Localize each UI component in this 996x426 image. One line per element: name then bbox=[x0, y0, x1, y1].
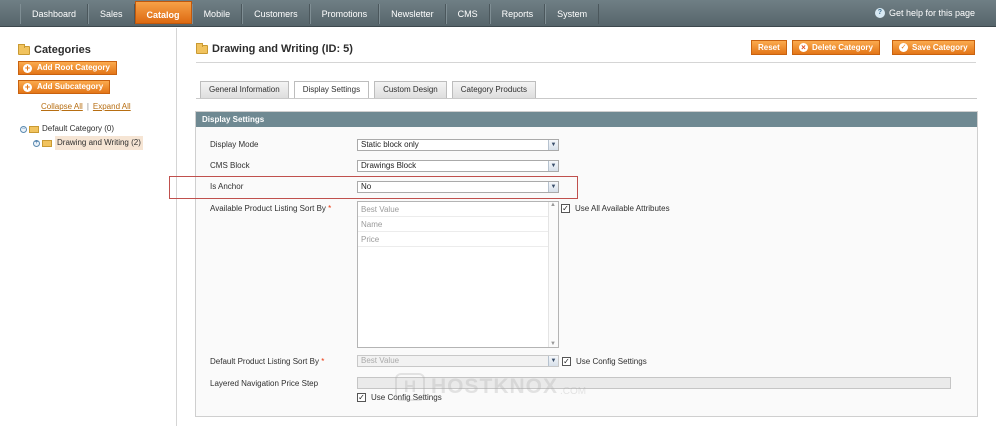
tree-links: Collapse All | Expand All bbox=[41, 102, 131, 111]
page-title-text: Drawing and Writing (ID: 5) bbox=[212, 43, 353, 55]
folder-icon bbox=[196, 42, 208, 54]
help-link-label: Get help for this page bbox=[888, 8, 975, 18]
add-root-category-button[interactable]: + Add Root Category bbox=[18, 61, 117, 75]
default-sort-label: Default Product Listing Sort By * bbox=[210, 357, 324, 366]
reset-button[interactable]: Reset bbox=[751, 40, 787, 55]
chevron-down-icon: ▼ bbox=[548, 182, 558, 192]
chevron-down-icon: ▼ bbox=[548, 140, 558, 150]
nav-cms[interactable]: CMS bbox=[445, 4, 490, 24]
nav-newsletter[interactable]: Newsletter bbox=[379, 4, 446, 24]
use-config-default-sort-option[interactable]: ✓ Use Config Settings bbox=[562, 357, 647, 366]
use-all-attributes-option[interactable]: ✓ Use All Available Attributes bbox=[561, 204, 670, 213]
section-header: Display Settings bbox=[196, 112, 977, 127]
collapse-toggle-icon[interactable]: − bbox=[20, 125, 27, 133]
sort-by-label-text: Available Product Listing Sort By bbox=[210, 204, 326, 213]
cms-block-label: CMS Block bbox=[210, 161, 250, 170]
categories-sidebar: Categories + Add Root Category + Add Sub… bbox=[0, 28, 177, 426]
sort-by-multiselect[interactable]: Best Value Name Price ▲ ▼ bbox=[357, 201, 559, 348]
delete-icon: × bbox=[799, 43, 808, 52]
scroll-up-icon[interactable]: ▲ bbox=[550, 202, 556, 208]
default-sort-value: Best Value bbox=[361, 356, 400, 365]
sidebar-title-text: Categories bbox=[34, 44, 91, 56]
expand-all-link[interactable]: Expand All bbox=[93, 102, 131, 111]
tree-node-default-category[interactable]: − Default Category (0) bbox=[20, 122, 143, 136]
add-subcategory-label: Add Subcategory bbox=[37, 82, 104, 91]
category-tree: − Default Category (0) + Drawing and Wri… bbox=[20, 122, 143, 150]
nav-promotions[interactable]: Promotions bbox=[309, 4, 380, 24]
plus-icon: + bbox=[23, 81, 32, 92]
chevron-down-icon: ▼ bbox=[548, 356, 558, 366]
scroll-down-icon[interactable]: ▼ bbox=[550, 341, 556, 347]
price-step-label: Layered Navigation Price Step bbox=[210, 379, 319, 388]
check-icon: ✓ bbox=[899, 43, 908, 52]
sidebar-title: Categories bbox=[18, 43, 91, 56]
main-menu: Dashboard Sales Catalog Mobile Customers… bbox=[20, 1, 600, 24]
nav-customers[interactable]: Customers bbox=[242, 4, 310, 24]
help-icon: ? bbox=[874, 8, 885, 18]
tree-node-label: Default Category (0) bbox=[42, 124, 115, 133]
delete-category-button[interactable]: × Delete Category bbox=[792, 40, 880, 55]
required-mark: * bbox=[328, 204, 332, 213]
save-category-label: Save Category bbox=[912, 43, 968, 52]
page-title: Drawing and Writing (ID: 5) bbox=[196, 42, 353, 55]
multiselect-scrollbar[interactable]: ▲ ▼ bbox=[548, 202, 558, 347]
plus-icon: + bbox=[23, 62, 32, 73]
help-link[interactable]: ? Get help for this page bbox=[874, 8, 975, 18]
use-config-checkbox[interactable]: ✓ bbox=[562, 357, 571, 366]
use-config-label: Use Config Settings bbox=[576, 357, 647, 366]
header-divider bbox=[196, 62, 976, 63]
sort-option[interactable]: Best Value bbox=[358, 202, 558, 217]
delete-category-label: Delete Category bbox=[812, 43, 873, 52]
is-anchor-value: No bbox=[361, 182, 372, 191]
use-all-attributes-label: Use All Available Attributes bbox=[575, 204, 670, 213]
required-mark: * bbox=[321, 357, 325, 366]
display-mode-value: Static block only bbox=[361, 140, 419, 149]
sort-option[interactable]: Price bbox=[358, 232, 558, 247]
tree-node-label: Drawing and Writing (2) bbox=[55, 136, 143, 150]
nav-catalog[interactable]: Catalog bbox=[134, 1, 192, 24]
top-nav-bar: Dashboard Sales Catalog Mobile Customers… bbox=[0, 0, 996, 27]
hostknox-logo-icon: H bbox=[395, 373, 425, 401]
add-subcategory-button[interactable]: + Add Subcategory bbox=[18, 80, 111, 94]
cms-block-select[interactable]: Drawings Block ▼ bbox=[357, 160, 559, 172]
category-tabs: General Information Display Settings Cus… bbox=[200, 81, 541, 99]
folder-icon bbox=[18, 43, 30, 55]
nav-sales[interactable]: Sales bbox=[88, 4, 135, 24]
link-separator: | bbox=[86, 102, 89, 111]
tab-general-information[interactable]: General Information bbox=[200, 81, 289, 98]
is-anchor-select[interactable]: No ▼ bbox=[357, 181, 559, 193]
watermark-text: HOSTKNOX bbox=[431, 375, 559, 398]
tab-display-settings[interactable]: Display Settings bbox=[293, 81, 370, 99]
use-config-checkbox[interactable]: ✓ bbox=[357, 393, 366, 402]
tree-node-drawing-and-writing[interactable]: + Drawing and Writing (2) bbox=[20, 136, 143, 150]
nav-dashboard[interactable]: Dashboard bbox=[20, 4, 89, 24]
nav-mobile[interactable]: Mobile bbox=[191, 4, 243, 24]
sort-by-label: Available Product Listing Sort By * bbox=[210, 204, 331, 213]
tabs-divider bbox=[196, 98, 977, 99]
sort-option[interactable]: Name bbox=[358, 217, 558, 232]
default-sort-label-text: Default Product Listing Sort By bbox=[210, 357, 319, 366]
collapse-all-link[interactable]: Collapse All bbox=[41, 102, 83, 111]
nav-system[interactable]: System bbox=[545, 4, 600, 24]
display-settings-fieldset: Display Settings bbox=[195, 111, 978, 417]
display-mode-select[interactable]: Static block only ▼ bbox=[357, 139, 559, 151]
use-all-attributes-checkbox[interactable]: ✓ bbox=[561, 204, 570, 213]
expand-toggle-icon[interactable]: + bbox=[33, 139, 40, 147]
default-sort-select[interactable]: Best Value ▼ bbox=[357, 355, 559, 367]
display-mode-label: Display Mode bbox=[210, 140, 259, 149]
folder-icon bbox=[29, 125, 39, 133]
tab-custom-design[interactable]: Custom Design bbox=[374, 81, 447, 98]
add-root-category-label: Add Root Category bbox=[37, 63, 110, 72]
tab-category-products[interactable]: Category Products bbox=[451, 81, 537, 98]
folder-icon bbox=[42, 139, 52, 147]
is-anchor-label: Is Anchor bbox=[210, 182, 244, 191]
hostknox-watermark: H HOSTKNOX .COM bbox=[395, 373, 586, 401]
cms-block-value: Drawings Block bbox=[361, 161, 417, 170]
save-category-button[interactable]: ✓ Save Category bbox=[892, 40, 975, 55]
nav-reports[interactable]: Reports bbox=[489, 4, 546, 24]
watermark-suffix: .COM bbox=[560, 385, 587, 397]
chevron-down-icon: ▼ bbox=[548, 161, 558, 171]
